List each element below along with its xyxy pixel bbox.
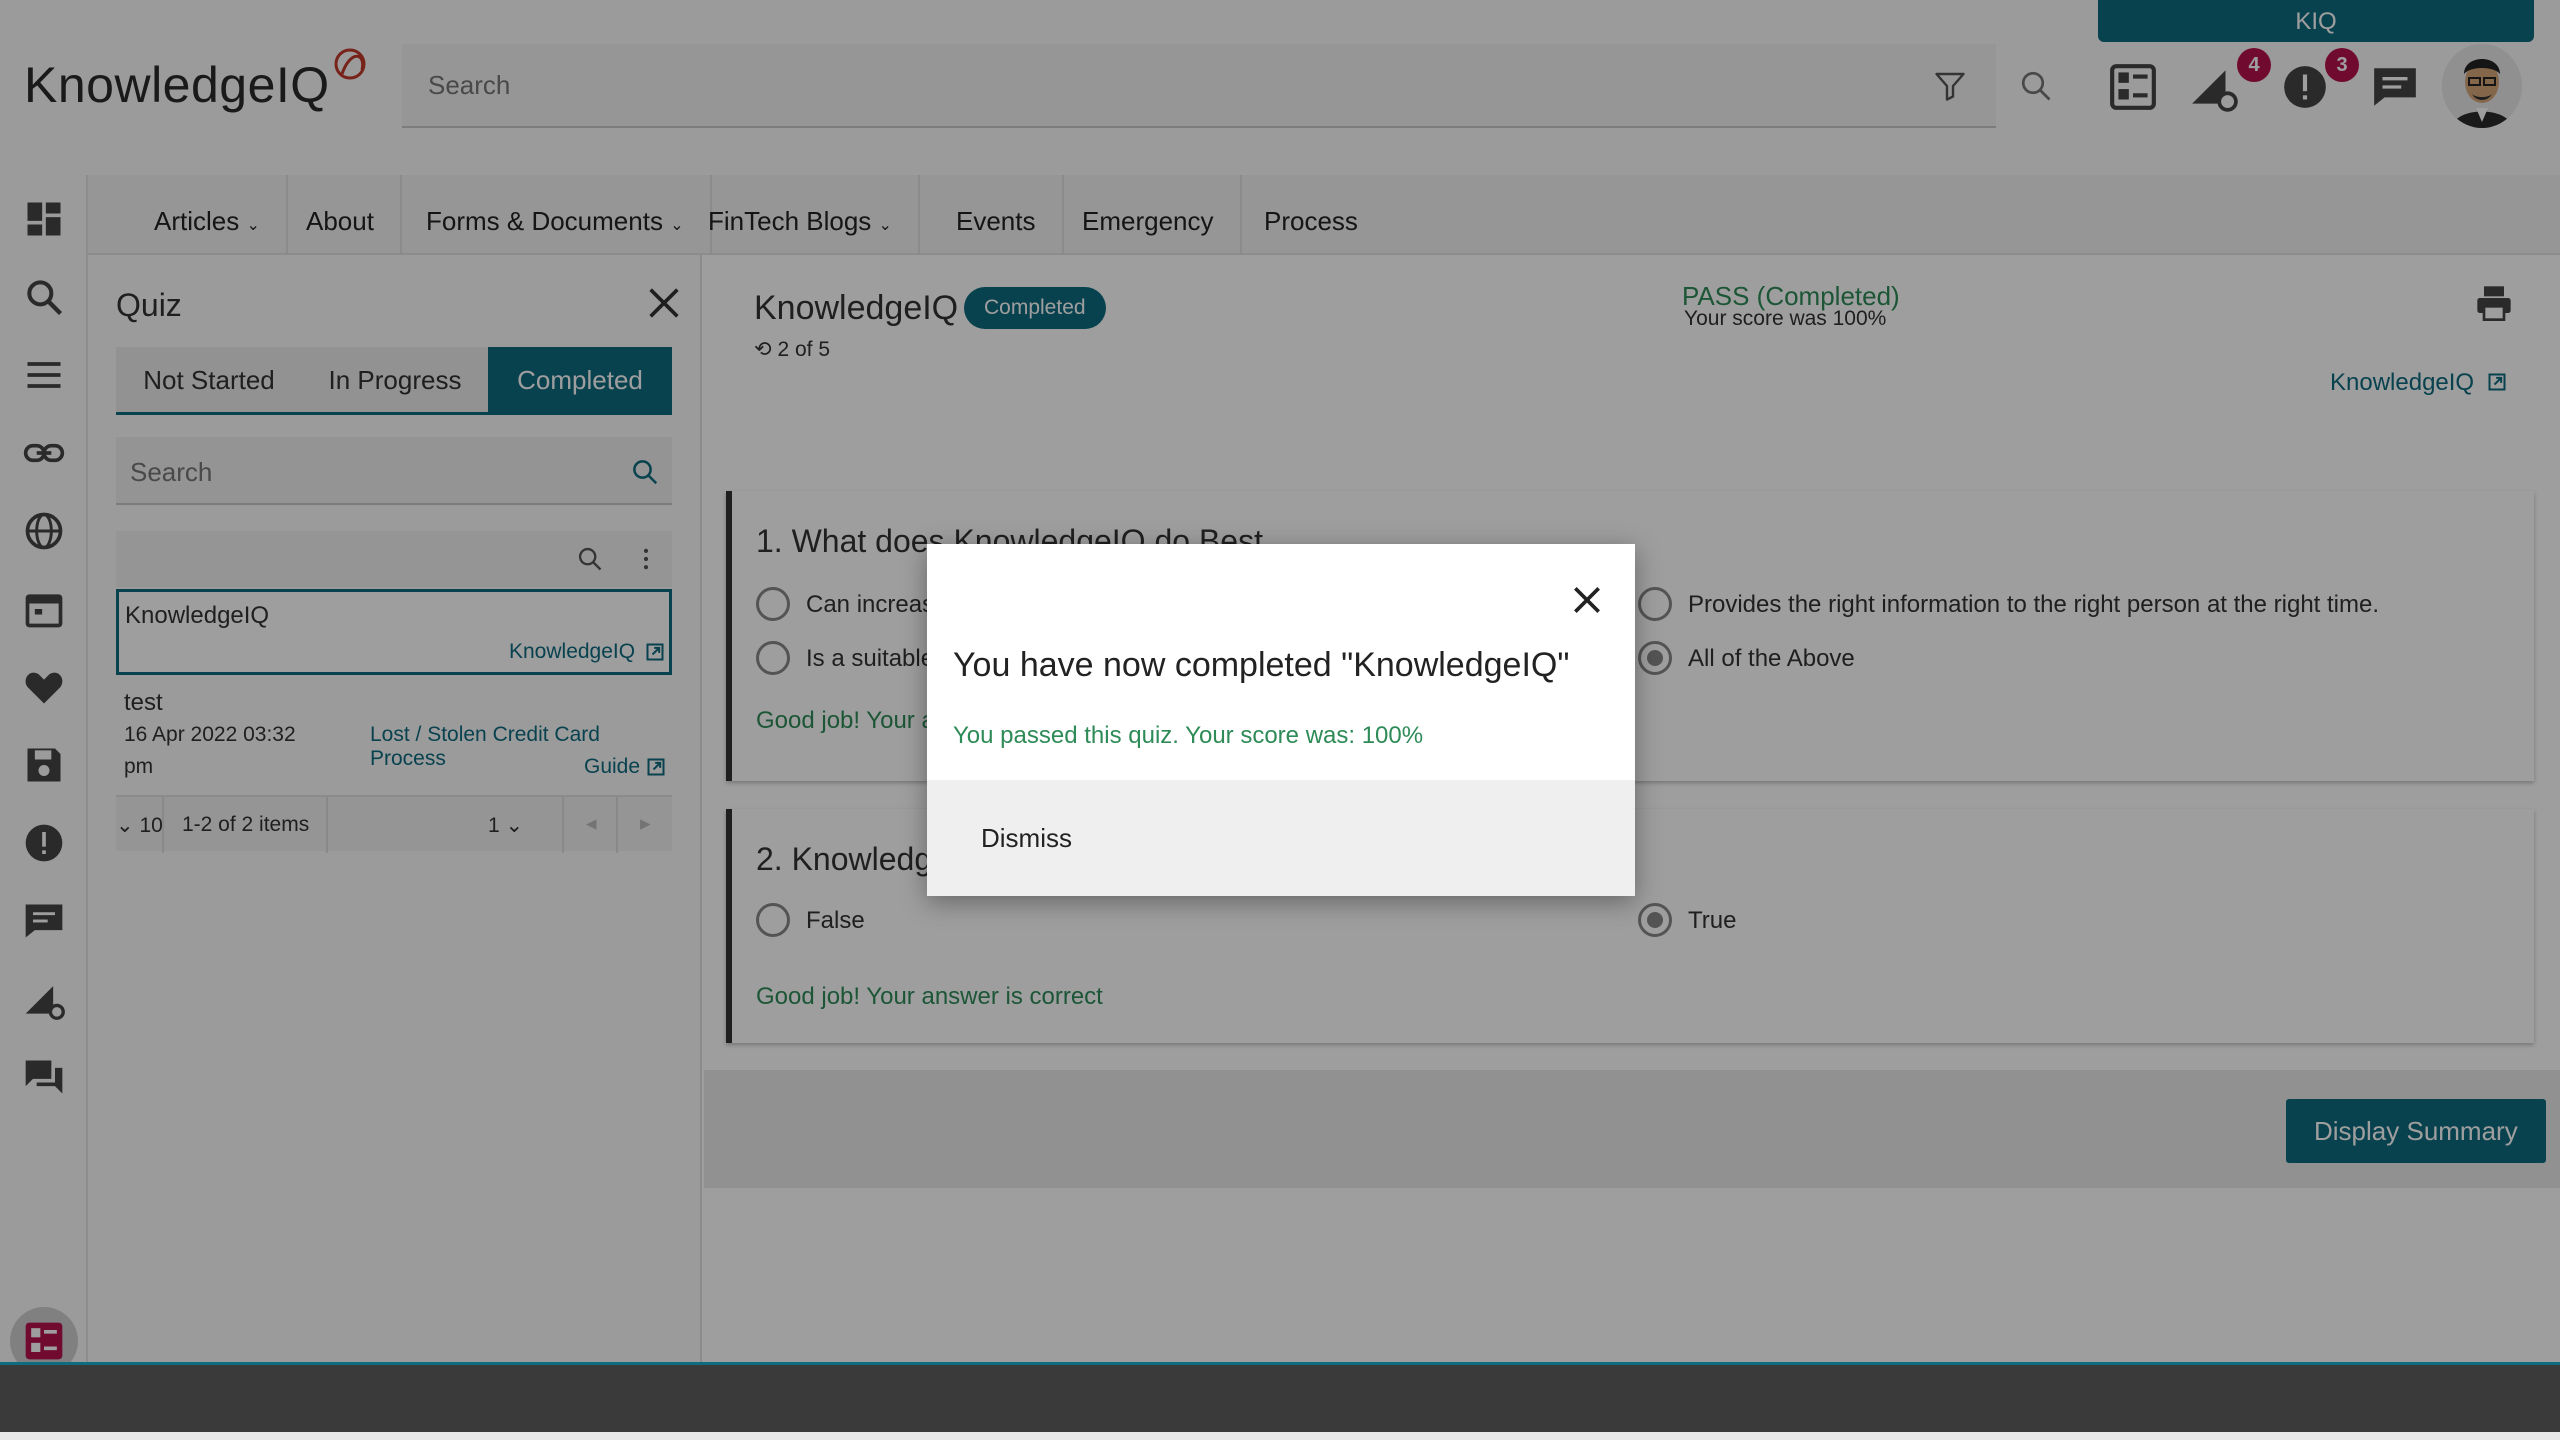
close-icon[interactable] [1567,580,1607,620]
bottom-strip [0,1432,2560,1440]
dismiss-button[interactable]: Dismiss [951,814,1102,862]
completion-dialog: You have now completed "KnowledgeIQ" You… [927,544,1635,896]
dialog-footer: Dismiss [927,780,1635,896]
bottom-bar [0,1362,2560,1440]
dialog-title: You have now completed "KnowledgeIQ" [953,646,1570,684]
dialog-message: You passed this quiz. Your score was: 10… [953,722,1424,749]
